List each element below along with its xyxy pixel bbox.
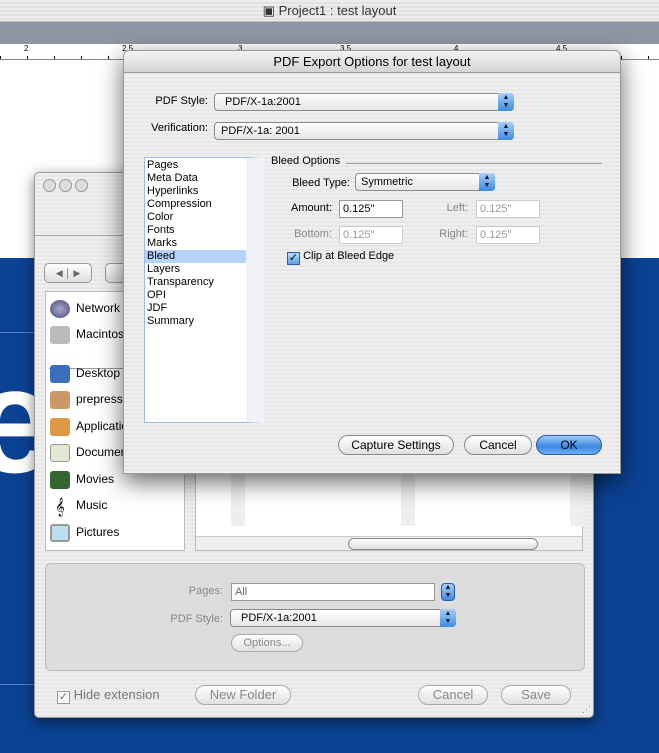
pdf-style-label: PDF Style: — [170, 613, 223, 625]
category-item[interactable]: Layers — [145, 263, 246, 276]
zoom-button[interactable] — [75, 179, 88, 192]
desktop-icon — [50, 364, 70, 383]
category-item[interactable]: Pages — [145, 159, 246, 172]
bleed-type-label: Bleed Type: — [292, 177, 350, 189]
bleed-type-value: Symmetric — [361, 176, 413, 188]
pages-label: Pages: — [188, 585, 223, 597]
minimize-button[interactable] — [59, 179, 72, 192]
pages-field[interactable]: All — [231, 583, 435, 601]
sidebar-item-pictures[interactable]: Pictures — [50, 521, 119, 543]
category-list: Pages Meta Data Hyperlinks Compression Color… — [144, 157, 264, 423]
ok-button[interactable]: OK — [536, 435, 602, 455]
movies-icon — [50, 470, 70, 489]
sidebar-label: prepress — [76, 392, 123, 406]
guide-line — [0, 684, 34, 685]
network-icon — [50, 299, 70, 318]
options-button[interactable]: Options... — [231, 634, 303, 652]
category-item[interactable]: Transparency — [145, 276, 246, 289]
hide-extension-label: Hide extension — [73, 687, 160, 702]
pdf-style-value: PDF/X-1a:2001 — [241, 612, 317, 624]
scroll-thumb[interactable] — [348, 538, 538, 550]
left-field[interactable]: 0.125" — [476, 200, 540, 218]
sidebar-item-movies[interactable]: Movies — [50, 468, 114, 490]
sidebar-item-network[interactable]: Network — [50, 297, 120, 319]
traffic-lights — [43, 179, 88, 195]
right-label: Right: — [439, 228, 468, 240]
verification-label: Verification: — [151, 122, 208, 134]
clip-label: Clip at Bleed Edge — [303, 250, 395, 262]
horizontal-scrollbar[interactable] — [196, 536, 582, 550]
pdf-export-dialog: PDF Export Options for test layout PDF S… — [123, 50, 621, 474]
file-browser — [195, 463, 584, 551]
category-item[interactable]: Compression — [145, 198, 246, 211]
popup-arrows-icon: ▲ ▼ — [479, 173, 495, 191]
category-item[interactable]: Hyperlinks — [145, 185, 246, 198]
sidebar-item-desktop[interactable]: Desktop — [50, 362, 120, 384]
category-item[interactable]: Color — [145, 211, 246, 224]
save-button[interactable]: Save — [501, 685, 571, 705]
pdf-style-popup[interactable]: PDF/X-1a:2001 ▲ ▼ — [230, 609, 456, 627]
document-icon: ▣ — [262, 3, 279, 18]
bleed-options-title: Bleed Options — [271, 155, 341, 167]
music-icon: 𝄞 — [55, 498, 65, 516]
checkbox-checked-icon: ✓ — [57, 691, 70, 704]
document-title-bar: ▣ Project1 : test layout — [0, 0, 659, 22]
export-cancel-button[interactable]: Cancel — [464, 435, 532, 455]
bleed-type-popup[interactable]: Symmetric ▲ ▼ — [355, 173, 495, 191]
sidebar-label: Pictures — [76, 525, 120, 539]
close-button[interactable] — [43, 179, 56, 192]
toolbar — [0, 22, 659, 44]
popup-arrows-icon: ▲ ▼ — [498, 93, 514, 111]
amount-label: Amount: — [291, 202, 332, 214]
guide-line — [0, 332, 34, 333]
hard-disk-icon — [50, 325, 70, 344]
category-item[interactable]: Meta Data — [145, 172, 246, 185]
sidebar-item-home[interactable]: prepress — [50, 388, 123, 410]
verification-value: PDF/X-1a: 2001 — [221, 125, 300, 137]
popup-arrows-icon: ▲ ▼ — [440, 609, 456, 627]
popup-arrows-icon: ▲ ▼ — [498, 122, 514, 140]
bottom-field[interactable]: 0.125" — [339, 226, 403, 244]
applications-icon — [50, 417, 70, 436]
dialog-title: PDF Export Options for test layout — [124, 51, 620, 73]
category-item[interactable]: JDF — [145, 302, 246, 315]
right-field[interactable]: 0.125" — [476, 226, 540, 244]
back-forward-buttons[interactable]: ◀ │ ▶ — [44, 263, 92, 283]
left-label: Left: — [446, 202, 468, 214]
capture-settings-button[interactable]: Capture Settings — [338, 435, 454, 455]
resize-grip-icon[interactable]: ⋰ — [582, 704, 591, 715]
clip-at-bleed-edge-checkbox[interactable]: ✓ Clip at Bleed Edge — [287, 250, 394, 265]
documents-icon — [50, 443, 70, 462]
category-item[interactable]: Fonts — [145, 224, 246, 237]
amount-field[interactable]: 0.125" — [339, 200, 403, 218]
sidebar-label: Movies — [76, 472, 115, 486]
pdf-style-value: PDF/X-1a:2001 — [225, 96, 301, 108]
pages-stepper[interactable]: ▲ ▼ — [441, 583, 455, 601]
pdf-style-popup[interactable]: PDF/X-1a:2001 ▲ ▼ — [214, 93, 514, 111]
verification-popup[interactable]: PDF/X-1a: 2001 ▲ ▼ — [214, 122, 514, 140]
sidebar-label: Music — [76, 498, 108, 512]
category-item[interactable]: Marks — [145, 237, 246, 250]
category-item[interactable]: OPI — [145, 289, 246, 302]
checkbox-checked-icon: ✓ — [287, 252, 300, 265]
pictures-icon — [50, 523, 70, 542]
sidebar-label: Desktop — [76, 366, 121, 380]
pdf-style-label: PDF Style: — [155, 95, 208, 107]
hide-extension-checkbox[interactable]: ✓ Hide extension — [57, 687, 160, 704]
ruler-tick: 2 — [24, 44, 29, 53]
new-folder-button[interactable]: New Folder — [195, 685, 291, 705]
home-icon — [50, 390, 70, 409]
window-title: Project1 : test layout — [278, 3, 397, 18]
bottom-label: Bottom: — [294, 228, 332, 240]
sidebar-label: Network — [76, 301, 121, 315]
category-item[interactable]: Bleed — [145, 250, 246, 263]
save-cancel-button[interactable]: Cancel — [418, 685, 488, 705]
category-item[interactable]: Summary — [145, 315, 246, 328]
sidebar-item-music[interactable]: 𝄞 Music — [50, 494, 107, 516]
